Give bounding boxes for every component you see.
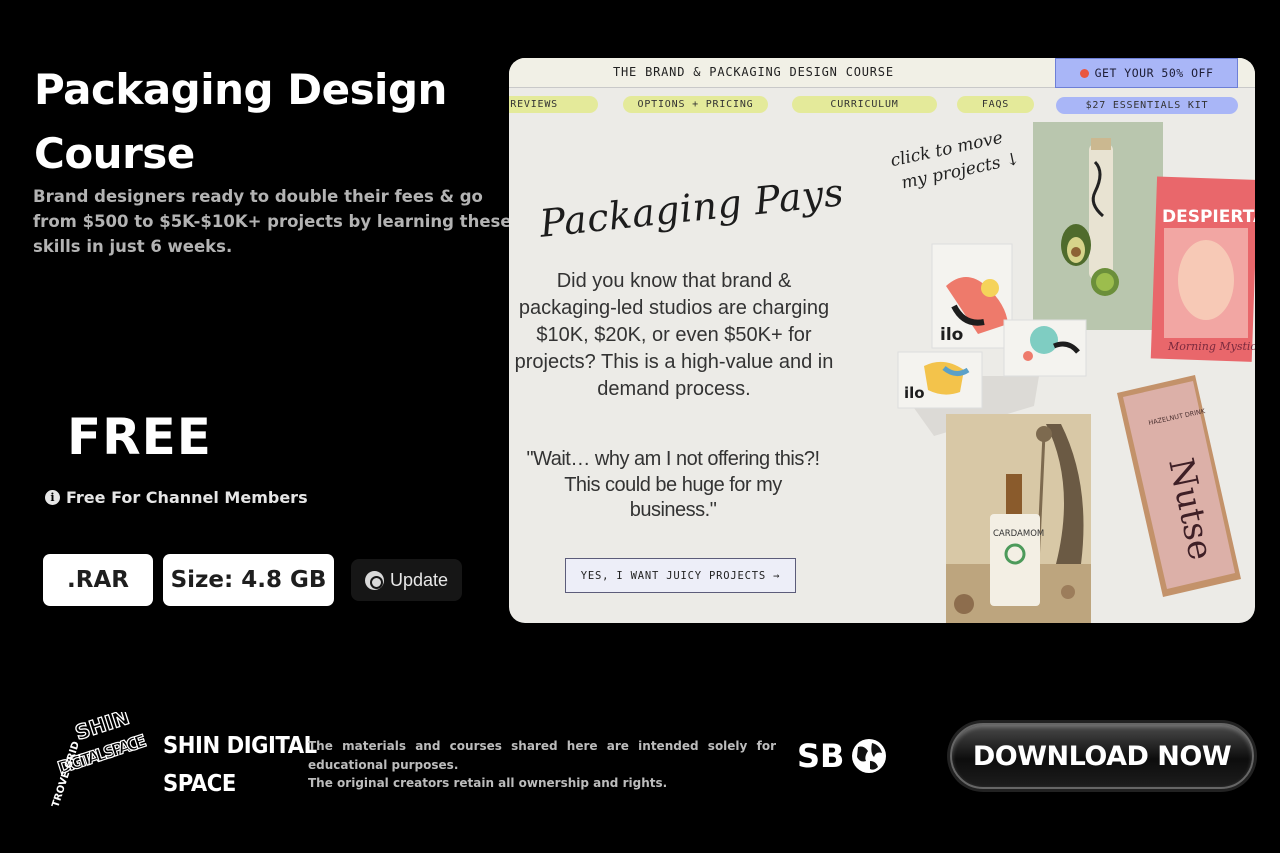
update-label: Update [389, 569, 449, 590]
price-label: FREE [67, 408, 212, 466]
offer-button[interactable]: GET YOUR 50% OFF [1055, 58, 1238, 88]
sb-badge: SB [797, 737, 888, 775]
nav-reviews[interactable]: REVIEWS [509, 96, 598, 113]
logo-small-text: TROVE GRID [50, 740, 82, 809]
handwritten-note: click to move my projects ↓ [888, 123, 1022, 196]
ilo-label-small: ilo [904, 384, 925, 402]
cardamom-label: CARDAMOM [993, 529, 1044, 539]
quote: "Wait… why am I not offering this?! This… [526, 448, 820, 521]
format-badge: .RAR [43, 554, 153, 606]
body-copy: Did you know that brand & packaging-led … [514, 270, 834, 400]
download-now-button[interactable]: DOWNLOAD NOW [950, 723, 1254, 789]
cardamom-product-image[interactable]: CARDAMOM [946, 414, 1091, 623]
course-subtitle: Brand designers ready to double their fe… [33, 187, 512, 256]
course-title: Packaging Design Course [34, 65, 447, 178]
despierta-product-image[interactable]: DESPIERTA Morning Mystic [1150, 176, 1255, 362]
nav-essentials-kit[interactable]: $27 ESSENTIALS KIT [1056, 97, 1238, 114]
nutse-product-image[interactable]: HAZELNUT DRINK Nutse [1109, 371, 1251, 601]
nav-options-pricing[interactable]: OPTIONS + PRICING [623, 96, 768, 113]
despierta-sub-label: Morning Mystic [1167, 340, 1255, 353]
brand-name: SHIN DIGITAL SPACE [163, 727, 317, 803]
website-preview: THE BRAND & PACKAGING DESIGN COURSE GET … [509, 58, 1255, 623]
disclaimer: The materials and courses shared here ar… [308, 737, 776, 793]
member-note-text: Free For Channel Members [66, 488, 308, 507]
disclaimer-line1: The materials and courses shared here ar… [308, 739, 776, 772]
size-badge: Size: 4.8 GB [163, 554, 334, 606]
brand-name-line2: SPACE [163, 771, 236, 797]
preview-topbar-title: THE BRAND & PACKAGING DESIGN COURSE [613, 65, 894, 79]
nav-faqs[interactable]: FAQS [957, 96, 1034, 113]
script-heading: Packaging Pays [537, 170, 846, 246]
update-button[interactable]: Update [351, 559, 462, 601]
shin-digital-space-logo: SHIN DIGITAL SPACE TROVE GRID [50, 712, 149, 809]
globe-icon [852, 739, 887, 773]
cta-button[interactable]: YES, I WANT JUICY PROJECTS → [565, 558, 796, 593]
ilo-label-large: ilo [940, 325, 963, 345]
preview-topbar: THE BRAND & PACKAGING DESIGN COURSE GET … [509, 58, 1255, 88]
disclaimer-line2: The original creators retain all ownersh… [308, 776, 668, 790]
offer-dot-icon [1079, 68, 1089, 78]
update-icon [364, 570, 384, 590]
nav-curriculum[interactable]: CURRICULUM [792, 96, 937, 113]
member-note: i Free For Channel Members [45, 488, 308, 507]
despierta-label: DESPIERTA [1162, 207, 1255, 227]
offer-label: GET YOUR 50% OFF [1094, 66, 1214, 80]
ilo-product-image[interactable]: ilo ilo [894, 236, 1089, 436]
brand-name-line1: SHIN DIGITAL [163, 733, 317, 759]
sb-label: SB [797, 737, 845, 775]
info-icon: i [45, 490, 60, 505]
